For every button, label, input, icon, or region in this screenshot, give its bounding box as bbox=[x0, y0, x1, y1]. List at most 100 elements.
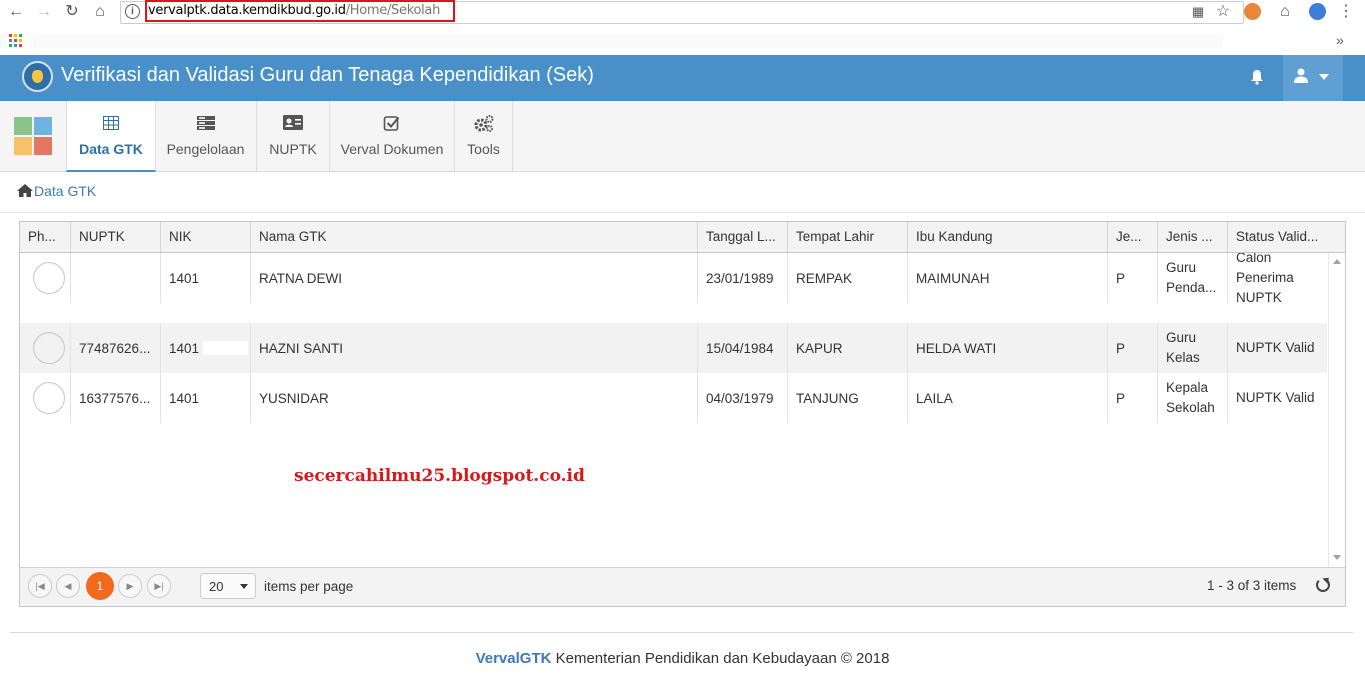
user-icon bbox=[1294, 68, 1308, 83]
column-header-nuptk[interactable]: NUPTK bbox=[71, 222, 161, 252]
page-size-value: 20 bbox=[209, 579, 224, 594]
status-validasi-cell: NUPTK Valid bbox=[1236, 340, 1315, 355]
tab-label: Pengelolaan bbox=[166, 141, 245, 157]
bell-icon[interactable] bbox=[1249, 69, 1265, 85]
column-header-tempat-lahir[interactable]: Tempat Lahir bbox=[788, 222, 908, 252]
jenis-gtk-cell: Guru Penda... bbox=[1158, 253, 1228, 303]
footer-divider bbox=[10, 632, 1353, 633]
column-header-jenis-gtk[interactable]: Jenis ... bbox=[1158, 222, 1228, 252]
home-icon[interactable]: ⌂ bbox=[90, 2, 110, 22]
status-validasi-cell: Calon Penerima NUPTK bbox=[1236, 253, 1294, 303]
user-menu-button[interactable] bbox=[1283, 55, 1343, 101]
scroll-down-icon[interactable] bbox=[1333, 555, 1341, 560]
tanggal-lahir-cell: 15/04/1984 bbox=[698, 323, 788, 373]
prev-page-button[interactable]: ◀ bbox=[56, 574, 80, 598]
items-per-page-label: items per page bbox=[264, 579, 354, 594]
grid-pager: |◀ ◀ 1 ▶ ▶| 20 items per page 1 - 3 of 3… bbox=[20, 567, 1345, 606]
column-header-jenis-kelamin[interactable]: Je... bbox=[1108, 222, 1158, 252]
footer: VervalGTK Kementerian Pendidikan dan Keb… bbox=[0, 650, 1365, 667]
nama-cell: RATNA DEWI bbox=[251, 253, 698, 303]
jenis-kelamin-cell: P bbox=[1108, 373, 1158, 423]
extension-icon[interactable] bbox=[1244, 3, 1261, 20]
ibu-kandung-cell: MAIMUNAH bbox=[908, 253, 1108, 303]
app-title: Verifikasi dan Validasi Guru dan Tenaga … bbox=[61, 64, 594, 86]
table-row[interactable]: 16377576... 1401 YUSNIDAR 04/03/1979 TAN… bbox=[20, 373, 1327, 423]
footer-brand[interactable]: VervalGTK bbox=[476, 650, 552, 667]
url-highlight-box bbox=[145, 0, 455, 22]
ibu-kandung-cell: LAILA bbox=[908, 373, 1108, 423]
photo-placeholder bbox=[33, 262, 65, 294]
divider bbox=[0, 212, 1365, 213]
app-launcher-icon[interactable] bbox=[14, 117, 52, 155]
tab-verval-dokumen[interactable]: Verval Dokumen bbox=[330, 101, 455, 171]
jenis-gtk-cell: Guru Kelas bbox=[1158, 323, 1228, 373]
breadcrumb[interactable]: Data GTK bbox=[16, 183, 96, 199]
refresh-icon[interactable] bbox=[1316, 578, 1330, 592]
id-card-icon bbox=[283, 115, 303, 135]
site-info-icon[interactable]: i bbox=[125, 4, 140, 19]
tab-tools[interactable]: Tools bbox=[455, 101, 513, 171]
bookmarks-area bbox=[33, 34, 1223, 48]
gtk-data-grid: Ph... NUPTK NIK Nama GTK Tanggal L... Te… bbox=[19, 221, 1346, 607]
column-header-ibu-kandung[interactable]: Ibu Kandung bbox=[908, 222, 1108, 252]
footer-text: Kementerian Pendidikan dan Kebudayaan © … bbox=[551, 650, 890, 667]
bookmark-star-icon[interactable]: ☆ bbox=[1213, 2, 1233, 22]
browser-menu-icon[interactable]: ⋮ bbox=[1336, 2, 1356, 22]
column-header-status-validasi[interactable]: Status Valid... bbox=[1228, 222, 1328, 252]
tanggal-lahir-cell: 23/01/1989 bbox=[698, 253, 788, 303]
table-row[interactable]: 77487626... 1401 HAZNI SANTI 15/04/1984 … bbox=[20, 323, 1327, 373]
jenis-gtk-cell: Kepala Sekolah bbox=[1158, 373, 1228, 423]
redacted-mask bbox=[203, 271, 249, 285]
forward-icon[interactable]: → bbox=[34, 2, 54, 22]
photo-placeholder bbox=[33, 382, 65, 414]
column-header-photo[interactable]: Ph... bbox=[20, 222, 71, 252]
grid-scrollbar[interactable] bbox=[1328, 253, 1345, 567]
next-page-button[interactable]: ▶ bbox=[118, 574, 142, 598]
account-extension-icon[interactable] bbox=[1309, 3, 1326, 20]
tab-nuptk[interactable]: NUPTK bbox=[257, 101, 330, 171]
photo-cell bbox=[20, 373, 71, 423]
tab-pengelolaan[interactable]: Pengelolaan bbox=[155, 101, 257, 171]
first-page-button[interactable]: |◀ bbox=[28, 574, 52, 598]
cogs-icon bbox=[474, 115, 494, 137]
column-header-nik[interactable]: NIK bbox=[161, 222, 251, 252]
tab-label: Verval Dokumen bbox=[340, 141, 444, 157]
column-header-tanggal-lahir[interactable]: Tanggal L... bbox=[698, 222, 788, 252]
table-row[interactable]: 1401 RATNA DEWI 23/01/1989 REMPAK MAIMUN… bbox=[20, 253, 1327, 303]
photo-cell bbox=[20, 253, 71, 303]
translate-icon[interactable]: ▦ bbox=[1188, 2, 1208, 22]
tempat-lahir-cell: KAPUR bbox=[788, 323, 908, 373]
photo-cell bbox=[20, 323, 71, 373]
bookmarks-more-icon[interactable]: » bbox=[1336, 32, 1344, 48]
nik-cell: 1401 bbox=[161, 373, 251, 423]
tanggal-lahir-cell: 04/03/1979 bbox=[698, 373, 788, 423]
chevron-down-icon bbox=[240, 584, 248, 589]
tempat-lahir-cell: REMPAK bbox=[788, 253, 908, 303]
photo-placeholder bbox=[33, 332, 65, 364]
home-icon bbox=[17, 184, 33, 197]
column-header-nama[interactable]: Nama GTK bbox=[251, 222, 698, 252]
reload-icon[interactable]: ↻ bbox=[62, 2, 82, 22]
redacted-mask bbox=[203, 341, 249, 355]
table-icon bbox=[103, 115, 119, 135]
scroll-up-icon[interactable] bbox=[1333, 259, 1341, 264]
tab-label: NUPTK bbox=[269, 141, 317, 157]
back-icon[interactable]: ← bbox=[6, 2, 26, 22]
home-extension-icon[interactable]: ⌂ bbox=[1275, 2, 1295, 22]
nik-value: 1401 bbox=[169, 340, 200, 356]
page-button-current[interactable]: 1 bbox=[86, 572, 114, 600]
nuptk-cell bbox=[71, 253, 161, 303]
tempat-lahir-cell: TANJUNG bbox=[788, 373, 908, 423]
apps-grid-icon[interactable] bbox=[9, 34, 23, 48]
jenis-kelamin-cell: P bbox=[1108, 253, 1158, 303]
page-size-select[interactable]: 20 bbox=[200, 573, 256, 599]
blog-watermark: secercahilmu25.blogspot.co.id bbox=[294, 466, 585, 486]
tab-label: Data GTK bbox=[79, 141, 143, 157]
check-square-icon bbox=[383, 115, 401, 136]
nuptk-cell: 77487626... bbox=[71, 323, 161, 373]
nik-cell: 1401 bbox=[161, 253, 251, 303]
list-icon bbox=[196, 115, 215, 135]
last-page-button[interactable]: ▶| bbox=[147, 574, 171, 598]
tab-data-gtk[interactable]: Data GTK bbox=[66, 101, 156, 172]
tab-label: Tools bbox=[467, 141, 500, 157]
